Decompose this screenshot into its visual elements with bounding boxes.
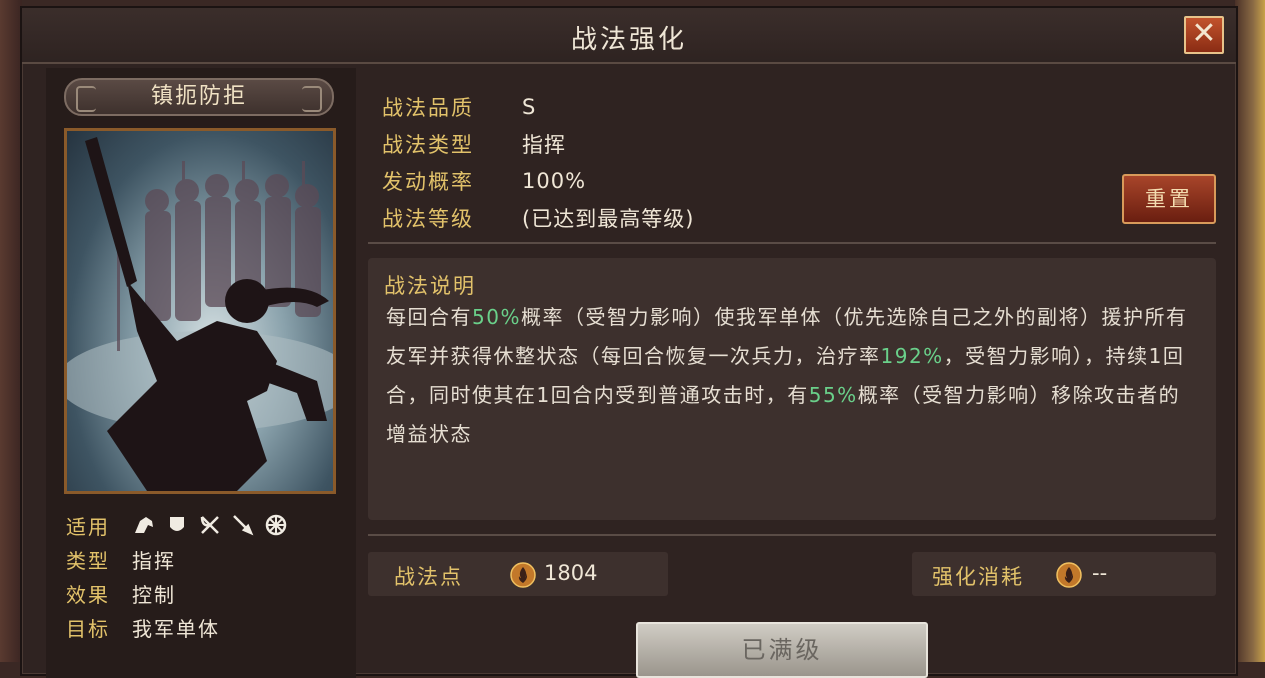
fire-coin-icon — [510, 562, 536, 588]
skill-enhance-panel: 战法强化 ✕ 镇扼防拒 适用 类型 指挥 效果 控制 目标 我军单体 战法品质 … — [20, 6, 1238, 678]
info-row-type: 类型 指挥 — [66, 542, 297, 576]
close-button[interactable]: ✕ — [1184, 16, 1224, 54]
skill-portrait — [64, 128, 336, 494]
attr-level-value: (已达到最高等级) — [522, 206, 695, 231]
attr-level: 战法等级 (已达到最高等级) — [382, 199, 694, 236]
attr-quality-value: S — [522, 94, 537, 119]
reset-button[interactable]: 重置 — [1122, 174, 1216, 224]
skill-info: 适用 类型 指挥 效果 控制 目标 我军单体 — [66, 508, 297, 644]
shield-icon — [170, 517, 184, 531]
title-bar: 战法强化 ✕ — [22, 8, 1236, 64]
siege-icon — [265, 514, 287, 536]
window-title: 战法强化 — [570, 25, 687, 55]
attr-rate: 发动概率 100% — [382, 162, 694, 199]
spear-icon — [233, 515, 254, 536]
attr-type: 战法类型 指挥 — [382, 125, 694, 162]
desc-heal-rate: 192% — [880, 344, 944, 368]
info-target-value: 我军单体 — [132, 616, 220, 641]
enhance-cost-value: -- — [1092, 561, 1108, 585]
desc-part-1: 每回合有 — [386, 305, 472, 329]
skill-points-value: 1804 — [544, 561, 598, 585]
description-box: 战法说明 每回合有50%概率（受智力影响）使我军单体（优先选除自己之外的副将）援… — [368, 258, 1216, 520]
background-left — [0, 0, 22, 662]
desc-rate-1: 50% — [472, 305, 521, 329]
background-right — [1235, 0, 1265, 662]
desc-rate-2: 55% — [808, 383, 858, 407]
attr-rate-label: 发动概率 — [382, 169, 474, 194]
info-effect-value: 控制 — [132, 582, 176, 607]
info-type-label: 类型 — [66, 548, 110, 573]
attr-quality: 战法品质 S — [382, 88, 694, 125]
divider-top — [368, 242, 1216, 244]
info-type-value: 指挥 — [132, 548, 176, 573]
divider-bottom — [368, 534, 1216, 536]
attr-level-label: 战法等级 — [382, 206, 474, 231]
enhance-cost-label: 强化消耗 — [932, 565, 1024, 589]
skill-card: 镇扼防拒 适用 类型 指挥 效果 控制 目标 我军单体 — [46, 68, 356, 678]
attr-rate-value: 100% — [522, 168, 587, 193]
attr-type-value: 指挥 — [522, 132, 566, 157]
fire-coin-icon — [1056, 562, 1082, 588]
applicable-label: 适用 — [66, 514, 110, 539]
skill-attributes: 战法品质 S 战法类型 指挥 发动概率 100% 战法等级 (已达到最高等级) — [382, 88, 694, 236]
skill-name: 镇扼防拒 — [64, 78, 334, 116]
attr-quality-label: 战法品质 — [382, 95, 474, 120]
description-title: 战法说明 — [384, 274, 476, 298]
description-text: 每回合有50%概率（受智力影响）使我军单体（优先选除自己之外的副将）援护所有友军… — [386, 298, 1198, 454]
info-target-label: 目标 — [66, 616, 110, 641]
info-row-target: 目标 我军单体 — [66, 610, 297, 644]
max-level-button[interactable]: 已满级 — [636, 622, 928, 678]
enhance-cost-box: 强化消耗 -- — [912, 552, 1216, 596]
cavalry-icon — [135, 517, 153, 533]
info-row-effect: 效果 控制 — [66, 576, 297, 610]
applicable-row: 适用 — [66, 508, 297, 542]
skill-points-label: 战法点 — [394, 565, 463, 589]
warrior-silhouette-icon — [67, 137, 333, 491]
archer-icon — [200, 516, 219, 534]
attr-type-label: 战法类型 — [382, 132, 474, 157]
info-effect-label: 效果 — [66, 582, 110, 607]
skill-points-box: 战法点 1804 — [368, 552, 668, 596]
